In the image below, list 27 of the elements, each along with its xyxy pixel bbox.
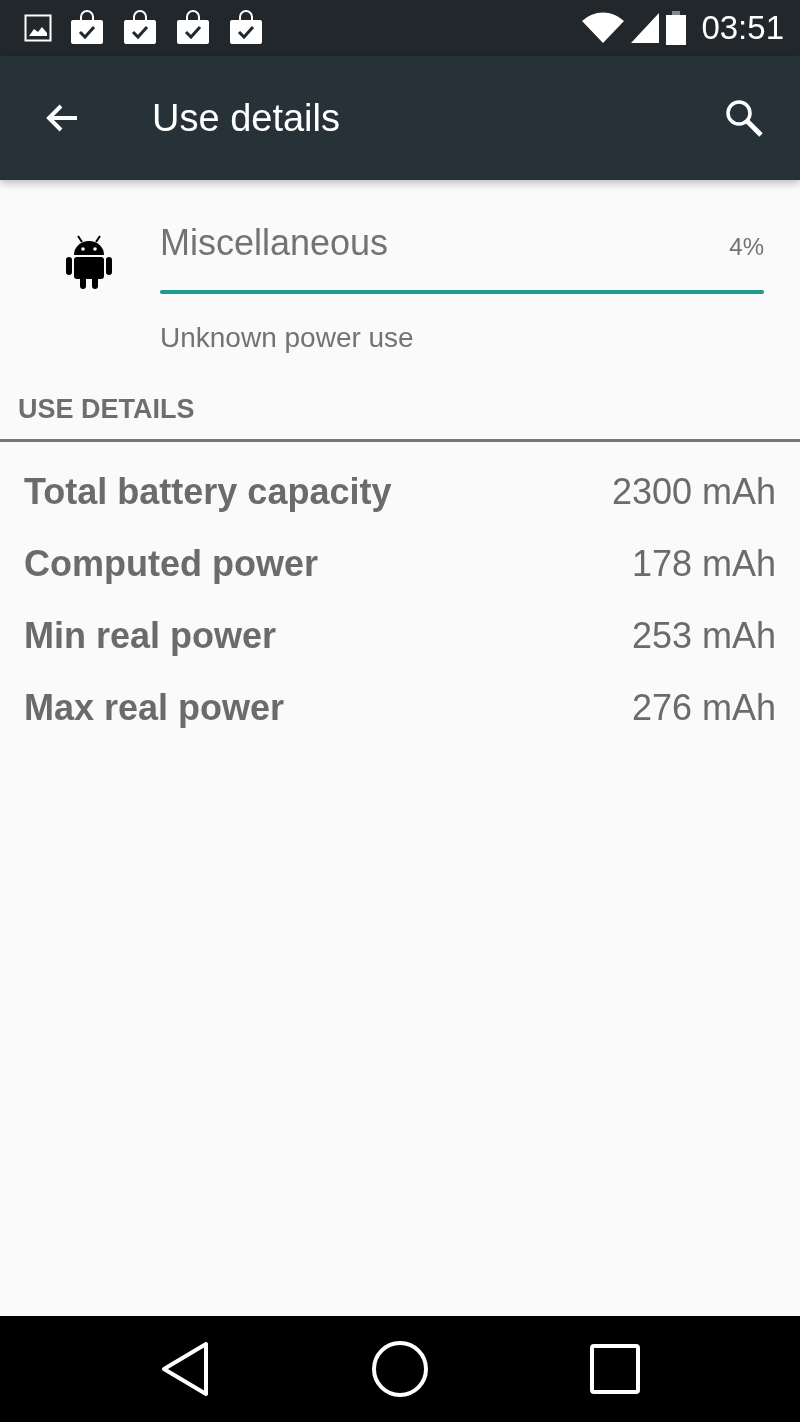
shopping-bag-icon [228, 10, 264, 46]
square-recents-icon [589, 1344, 640, 1394]
detail-value: 178 mAh [631, 543, 776, 585]
detail-label: Computed power [24, 543, 318, 585]
shopping-bag-icon [175, 10, 211, 46]
circle-home-icon [371, 1340, 429, 1398]
usage-summary: Unknown power use [160, 322, 415, 354]
detail-value: 253 mAh [631, 615, 776, 657]
screen-title: Use details [152, 96, 340, 140]
signal-icon [629, 11, 662, 45]
triangle-back-icon [160, 1341, 211, 1397]
detail-value: 2300 mAh [611, 471, 776, 513]
detail-value: 276 mAh [631, 687, 776, 729]
shopping-bag-icon [122, 10, 158, 46]
search-icon [724, 98, 764, 138]
app-name: Miscellaneous [160, 222, 389, 264]
usage-percent: 4% [729, 233, 764, 261]
wifi-icon [581, 11, 626, 45]
shopping-bag-icon [69, 10, 105, 46]
battery-icon [665, 10, 688, 46]
detail-label: Max real power [24, 687, 285, 729]
detail-label: Min real power [24, 615, 277, 657]
clock-time: 03:51 [701, 9, 784, 47]
image-icon [24, 14, 52, 42]
section-header: USE DETAILS [0, 354, 800, 442]
detail-label: Total battery capacity [24, 471, 392, 513]
android-robot-icon [66, 234, 112, 290]
